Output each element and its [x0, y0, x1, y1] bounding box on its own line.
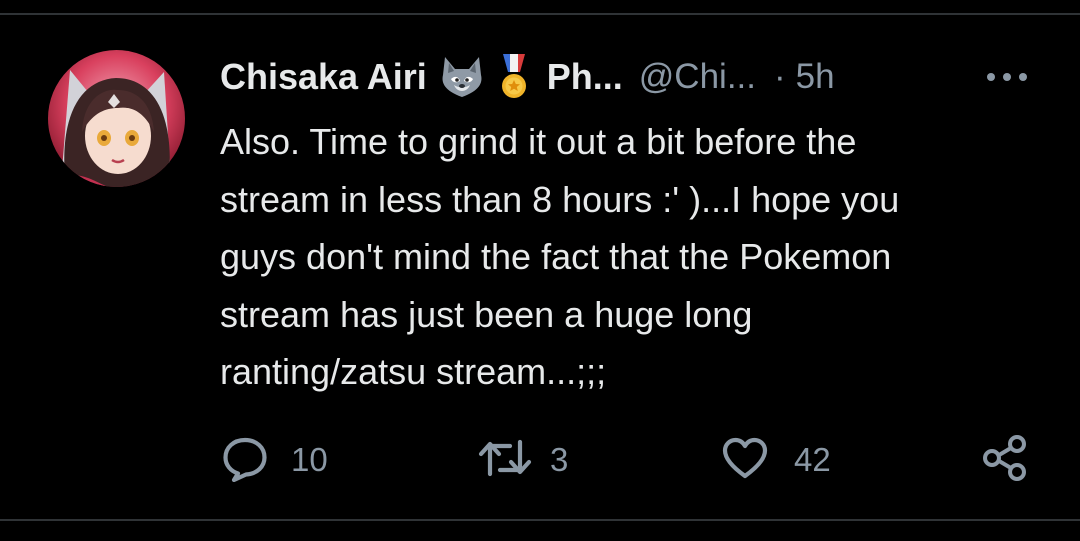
retweet-count: 3 — [550, 441, 569, 478]
retweet-icon — [478, 434, 532, 487]
timestamp[interactable]: 5h — [796, 57, 835, 97]
top-divider — [0, 13, 1080, 15]
retweet-button[interactable]: 3 — [478, 432, 568, 488]
user-handle[interactable]: @Chi... — [639, 57, 756, 97]
separator-dot: · — [774, 57, 786, 96]
action-bar: 10 3 42 — [0, 432, 1080, 488]
tweet-text-line: guys don't mind the fact that the Pokemo… — [220, 236, 892, 277]
reply-button[interactable]: 10 — [221, 432, 328, 488]
more-options-icon[interactable] — [985, 70, 1029, 84]
like-button[interactable]: 42 — [721, 432, 831, 488]
heart-icon — [721, 434, 769, 487]
tweet-text-line: Also. Time to grind it out a bit before … — [220, 121, 857, 162]
like-count: 42 — [794, 441, 831, 478]
tweet-header: Chisaka Airi Ph... @Chi... · 5h — [220, 52, 835, 102]
share-icon — [982, 434, 1028, 487]
display-name[interactable]: Chisaka Airi — [220, 56, 427, 98]
tweet-text: Also. Time to grind it out a bit before … — [220, 113, 1040, 401]
reply-count: 10 — [291, 441, 328, 478]
tweet-text-line: stream in less than 8 hours :' )...I hop… — [220, 178, 900, 220]
wolf-icon — [439, 55, 485, 99]
tweet-text-line: ranting/zatsu stream...;;; — [220, 351, 607, 392]
share-button[interactable] — [982, 432, 1028, 488]
tweet-text-line: stream has just been a huge long — [220, 293, 753, 335]
avatar[interactable] — [48, 50, 185, 187]
reply-icon — [221, 434, 269, 487]
affiliation-name[interactable]: Ph... — [547, 56, 623, 98]
bottom-divider — [0, 519, 1080, 521]
medal-icon — [499, 54, 529, 100]
